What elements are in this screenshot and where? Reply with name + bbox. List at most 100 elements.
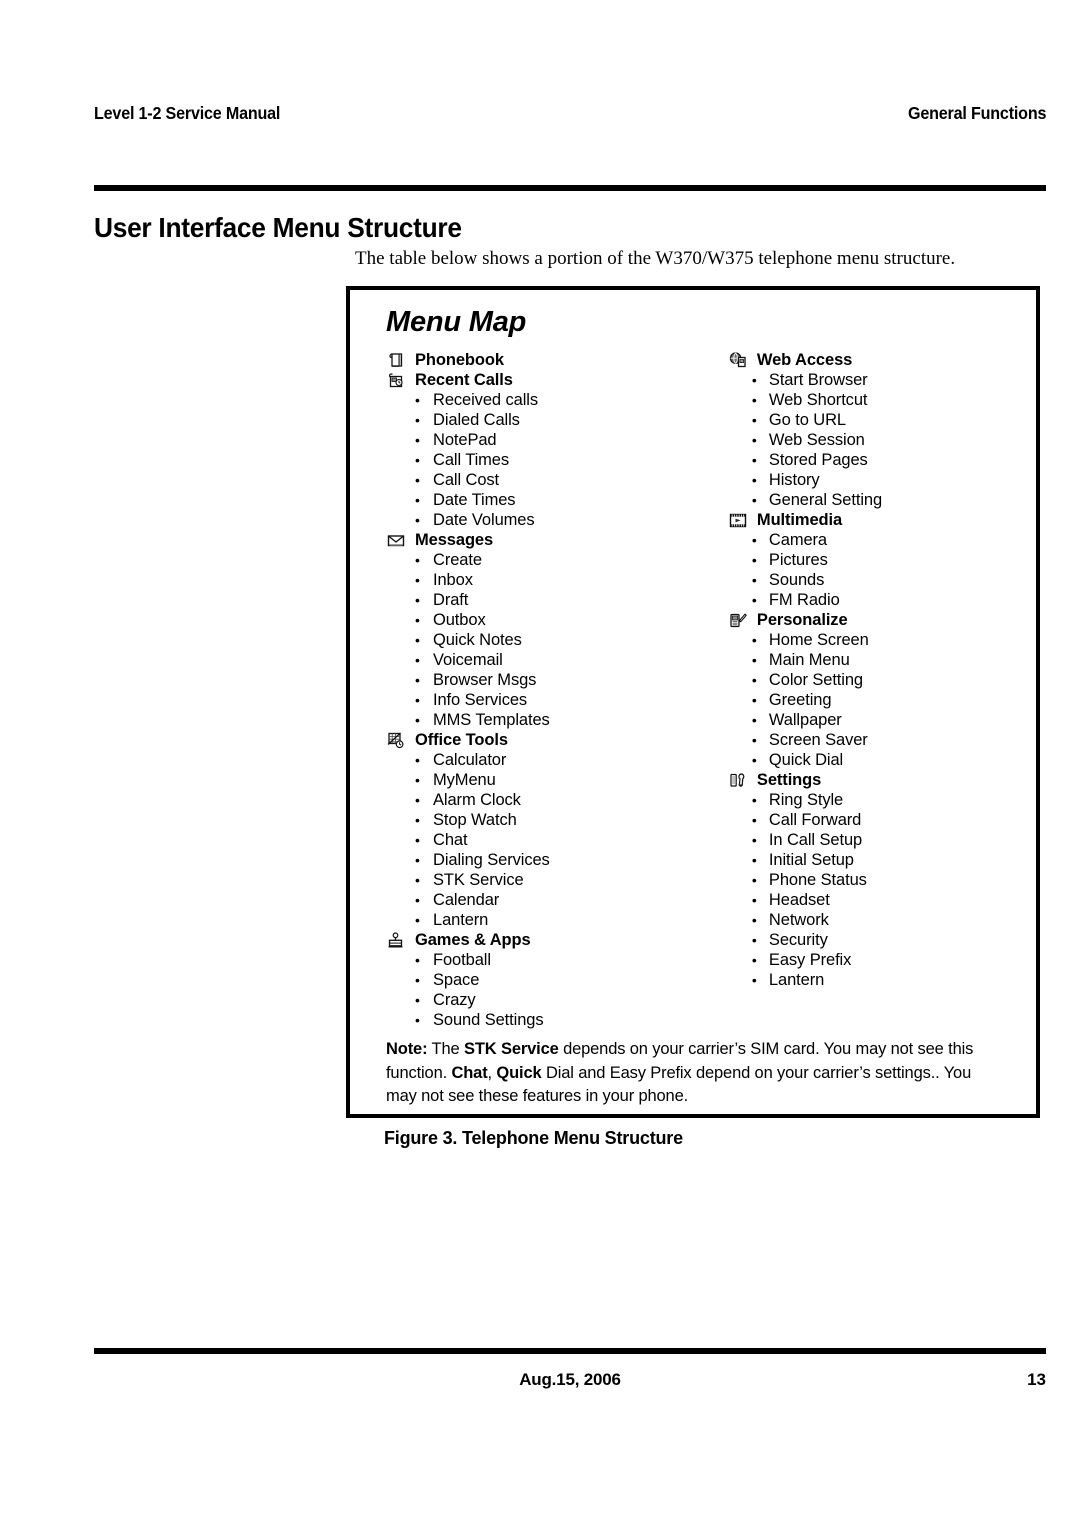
menu-item[interactable]: Web Shortcut <box>728 390 1036 410</box>
menu-item[interactable]: STK Service <box>386 870 706 890</box>
menu-map-right-column: Web AccessStart BrowserWeb ShortcutGo to… <box>706 350 1036 1030</box>
menu-item[interactable]: Dialing Services <box>386 850 706 870</box>
intro-paragraph: The table below shows a portion of the W… <box>355 248 956 269</box>
menu-item[interactable]: General Setting <box>728 490 1036 510</box>
menu-group-label: Recent Calls <box>415 370 513 389</box>
multimedia-filmstrip-icon <box>728 511 748 530</box>
menu-item[interactable]: Crazy <box>386 990 706 1010</box>
menu-group-games-apps[interactable]: Games & Apps <box>386 930 706 950</box>
menu-item[interactable]: Lantern <box>386 910 706 930</box>
menu-item[interactable]: Received calls <box>386 390 706 410</box>
menu-item[interactable]: Camera <box>728 530 1036 550</box>
menu-item[interactable]: Space <box>386 970 706 990</box>
menu-item[interactable]: Alarm Clock <box>386 790 706 810</box>
note-bold-quick: Quick <box>496 1063 542 1082</box>
menu-item[interactable]: History <box>728 470 1036 490</box>
header-left-text: Level 1-2 Service Manual <box>94 103 281 123</box>
menu-item[interactable]: Date Volumes <box>386 510 706 530</box>
menu-item[interactable]: MyMenu <box>386 770 706 790</box>
menu-item[interactable]: Chat <box>386 830 706 850</box>
menu-group-label: Games & Apps <box>415 930 531 949</box>
header-rule <box>94 185 1046 191</box>
menu-item-list: CreateInboxDraftOutboxQuick NotesVoicema… <box>386 550 706 730</box>
menu-item[interactable]: Call Times <box>386 450 706 470</box>
menu-item[interactable]: Draft <box>386 590 706 610</box>
menu-item[interactable]: Greeting <box>728 690 1036 710</box>
menu-item[interactable]: Lantern <box>728 970 1036 990</box>
menu-item[interactable]: Inbox <box>386 570 706 590</box>
menu-group-multimedia[interactable]: Multimedia <box>728 510 1036 530</box>
personalize-pencil-phone-icon <box>728 611 748 630</box>
menu-group-label: Messages <box>415 530 494 549</box>
menu-group-personalize[interactable]: Personalize <box>728 610 1036 630</box>
menu-item-list: Ring StyleCall ForwardIn Call SetupIniti… <box>728 790 1036 990</box>
menu-item[interactable]: Quick Dial <box>728 750 1036 770</box>
menu-item[interactable]: Create <box>386 550 706 570</box>
note-label: Note: <box>386 1040 428 1058</box>
recent-calls-icon <box>386 371 406 390</box>
menu-item[interactable]: Football <box>386 950 706 970</box>
page-title: User Interface Menu Structure <box>94 212 462 243</box>
menu-item[interactable]: Screen Saver <box>728 730 1036 750</box>
menu-item[interactable]: Browser Msgs <box>386 670 706 690</box>
menu-item[interactable]: Main Menu <box>728 650 1036 670</box>
menu-group-label: Web Access <box>756 350 853 369</box>
messages-envelope-icon <box>386 531 406 550</box>
games-apps-joystick-icon <box>386 931 406 950</box>
menu-item[interactable]: Web Session <box>728 430 1036 450</box>
menu-item[interactable]: Quick Notes <box>386 630 706 650</box>
menu-item[interactable]: Sounds <box>728 570 1036 590</box>
menu-item[interactable]: MMS Templates <box>386 710 706 730</box>
menu-group-recent-calls[interactable]: Recent Calls <box>386 370 706 390</box>
menu-item-list: Home ScreenMain MenuColor SettingGreetin… <box>728 630 1036 770</box>
menu-item[interactable]: Dialed Calls <box>386 410 706 430</box>
menu-item[interactable]: Initial Setup <box>728 850 1036 870</box>
footer-rule <box>94 1348 1046 1354</box>
menu-item-list: Received callsDialed CallsNotePadCall Ti… <box>386 390 706 530</box>
menu-map-title: Menu Map <box>386 306 527 338</box>
menu-item[interactable]: FM Radio <box>728 590 1036 610</box>
menu-item-list: CameraPicturesSoundsFM Radio <box>728 530 1036 610</box>
menu-item[interactable]: Outbox <box>386 610 706 630</box>
header-right-text: General Functions <box>907 103 1046 123</box>
note-bold-chat: Chat <box>451 1063 488 1082</box>
menu-group-messages[interactable]: Messages <box>386 530 706 550</box>
menu-item[interactable]: Headset <box>728 890 1036 910</box>
menu-item[interactable]: Sound Settings <box>386 1010 706 1030</box>
note-block: Note: The STK Service depends on your ca… <box>386 1038 1004 1109</box>
menu-item[interactable]: Phone Status <box>728 870 1036 890</box>
menu-item[interactable]: Wallpaper <box>728 710 1036 730</box>
menu-group-label: Office Tools <box>415 730 508 749</box>
menu-item[interactable]: Calendar <box>386 890 706 910</box>
menu-group-settings[interactable]: Settings <box>728 770 1036 790</box>
menu-item[interactable]: Calculator <box>386 750 706 770</box>
menu-item[interactable]: Call Forward <box>728 810 1036 830</box>
menu-item[interactable]: Stop Watch <box>386 810 706 830</box>
menu-group-office-tools[interactable]: Office Tools <box>386 730 706 750</box>
settings-wrench-icon <box>728 771 748 790</box>
menu-item[interactable]: Date Times <box>386 490 706 510</box>
menu-item[interactable]: Pictures <box>728 550 1036 570</box>
figure-caption: Figure 3. Telephone Menu Structure <box>384 1128 683 1148</box>
menu-group-web-access[interactable]: Web Access <box>728 350 1036 370</box>
menu-item[interactable]: Ring Style <box>728 790 1036 810</box>
menu-item[interactable]: NotePad <box>386 430 706 450</box>
menu-map-box: Menu Map PhonebookRecent CallsReceived c… <box>346 286 1040 1118</box>
menu-map-left-column: PhonebookRecent CallsReceived callsDiale… <box>350 350 706 1030</box>
menu-item[interactable]: Network <box>728 910 1036 930</box>
footer-page-number: 13 <box>1027 1370 1046 1389</box>
footer-date: Aug.15, 2006 <box>519 1370 621 1389</box>
menu-item[interactable]: Info Services <box>386 690 706 710</box>
menu-item[interactable]: Go to URL <box>728 410 1036 430</box>
menu-item[interactable]: Stored Pages <box>728 450 1036 470</box>
menu-item[interactable]: Color Setting <box>728 670 1036 690</box>
menu-item[interactable]: Voicemail <box>386 650 706 670</box>
menu-item[interactable]: Call Cost <box>386 470 706 490</box>
phonebook-icon <box>386 351 406 370</box>
menu-item[interactable]: Start Browser <box>728 370 1036 390</box>
menu-item[interactable]: In Call Setup <box>728 830 1036 850</box>
menu-item[interactable]: Home Screen <box>728 630 1036 650</box>
menu-group-phonebook[interactable]: Phonebook <box>386 350 706 370</box>
menu-item[interactable]: Security <box>728 930 1036 950</box>
menu-item[interactable]: Easy Prefix <box>728 950 1036 970</box>
